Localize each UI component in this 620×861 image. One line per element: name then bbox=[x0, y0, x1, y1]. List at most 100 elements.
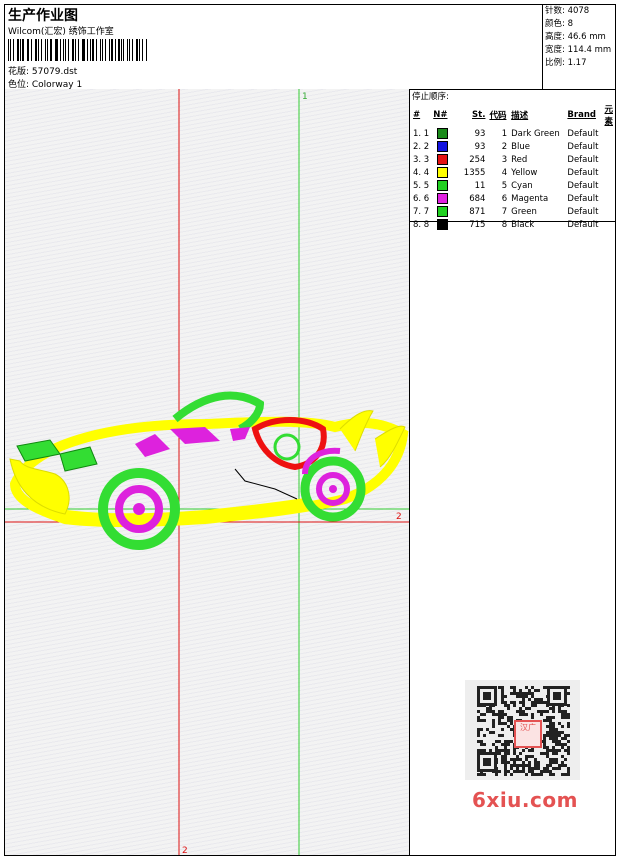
color-swatch bbox=[437, 128, 449, 139]
color-table: # N# St. 代码 描述 Brand 元素 1. 1 93 1 Dark Gree… bbox=[411, 103, 615, 231]
row-brand: Default bbox=[567, 180, 599, 191]
col-needle: N# bbox=[433, 110, 448, 120]
design-filename: 花版: 57079.dst bbox=[8, 67, 78, 77]
rear-wheel-hub bbox=[329, 485, 337, 493]
car-magenta-stripe-1 bbox=[135, 434, 170, 457]
sheet-subtitle: Wilcom(汇宏) 绣饰工作室 bbox=[8, 27, 114, 37]
row-code: 2 bbox=[501, 141, 508, 152]
row-brand: Default bbox=[567, 141, 599, 152]
row-number: 5. 5 bbox=[413, 180, 430, 191]
color-table-header: # N# St. 代码 描述 Brand 元素 bbox=[411, 103, 615, 127]
row-brand: Default bbox=[567, 128, 599, 139]
color-row: 5. 5 11 5 Cyan Default bbox=[411, 179, 615, 192]
row-description: Black bbox=[511, 219, 535, 230]
color-swatch bbox=[437, 180, 449, 191]
col-brand: Brand bbox=[567, 110, 596, 120]
row-number: 6. 6 bbox=[413, 193, 430, 204]
design-info-box: 针数: 4078 颜色: 8 高度: 46.6 mm 宽度: 114.4 mm … bbox=[542, 5, 616, 89]
row-number: 8. 8 bbox=[413, 219, 430, 230]
design-scale: 比例: 1.17 bbox=[545, 58, 587, 68]
row-swatch bbox=[431, 179, 455, 192]
row-number: 2. 2 bbox=[413, 141, 430, 152]
row-element bbox=[602, 179, 615, 192]
row-element bbox=[602, 153, 615, 166]
stitch-count: 针数: 4078 bbox=[545, 6, 590, 16]
row-number: 1. 1 bbox=[413, 128, 430, 139]
color-count: 颜色: 8 bbox=[545, 19, 573, 29]
table-divider bbox=[410, 221, 615, 222]
embroidery-preview: 1 2 2 bbox=[5, 89, 409, 855]
barcode bbox=[8, 39, 148, 61]
row-code: 3 bbox=[501, 154, 508, 165]
design-height: 高度: 46.6 mm bbox=[545, 32, 606, 42]
row-swatch bbox=[431, 140, 455, 153]
car-headlight-right bbox=[59, 446, 98, 472]
car-rear-fin bbox=[339, 410, 374, 452]
row-stitches: 684 bbox=[469, 193, 486, 204]
row-description: Cyan bbox=[511, 180, 533, 191]
col-stitches: St. bbox=[472, 110, 486, 120]
color-row: 1. 1 93 1 Dark Green Default bbox=[411, 127, 615, 140]
row-brand: Default bbox=[567, 167, 599, 178]
row-description: Yellow bbox=[511, 167, 538, 178]
car-door-line bbox=[234, 468, 298, 500]
row-brand: Default bbox=[567, 206, 599, 217]
design-canvas: 1 2 2 bbox=[5, 89, 410, 855]
row-swatch bbox=[431, 192, 455, 205]
color-row: 2. 2 93 2 Blue Default bbox=[411, 140, 615, 153]
row-code: 4 bbox=[501, 167, 508, 178]
row-description: Green bbox=[511, 206, 537, 217]
row-description: Dark Green bbox=[511, 128, 560, 139]
stamp-seal: 汉广 bbox=[514, 720, 542, 748]
row-stitches: 93 bbox=[474, 128, 486, 139]
color-row: 4. 4 1355 4 Yellow Default bbox=[411, 166, 615, 179]
guide-label-top: 1 bbox=[302, 92, 308, 102]
row-number: 3. 3 bbox=[413, 154, 430, 165]
row-stitches: 254 bbox=[469, 154, 486, 165]
color-swatch bbox=[437, 193, 449, 204]
row-element bbox=[602, 192, 615, 205]
sheet-header: 生产作业图 Wilcom(汇宏) 绣饰工作室 花版: 57079.dst 色位:… bbox=[5, 5, 615, 90]
col-description: 描述 bbox=[511, 111, 529, 121]
car-window-grid bbox=[273, 433, 301, 461]
row-description: Red bbox=[511, 154, 528, 165]
row-code: 5 bbox=[501, 180, 508, 191]
color-row: 3. 3 254 3 Red Default bbox=[411, 153, 615, 166]
row-description: Blue bbox=[511, 141, 530, 152]
row-code: 1 bbox=[501, 128, 508, 139]
color-swatch bbox=[437, 206, 449, 217]
stop-sequence-title: 停止顺序: bbox=[412, 92, 449, 102]
row-swatch bbox=[431, 218, 455, 231]
col-number: # bbox=[413, 110, 421, 120]
row-swatch bbox=[431, 127, 455, 140]
color-swatch bbox=[437, 141, 449, 152]
row-number: 7. 7 bbox=[413, 206, 430, 217]
row-code: 7 bbox=[501, 206, 508, 217]
row-element bbox=[602, 205, 615, 218]
row-swatch bbox=[431, 205, 455, 218]
car-headlight-left bbox=[16, 439, 61, 462]
car-magenta-stripe-2 bbox=[170, 427, 220, 444]
row-stitches: 715 bbox=[469, 219, 486, 230]
row-number: 4. 4 bbox=[413, 167, 430, 178]
row-description: Magenta bbox=[511, 193, 549, 204]
guide-label-right: 2 bbox=[396, 512, 402, 522]
color-row: 6. 6 684 6 Magenta Default bbox=[411, 192, 615, 205]
row-brand: Default bbox=[567, 193, 599, 204]
color-row: 8. 8 715 8 Black Default bbox=[411, 218, 615, 231]
row-element bbox=[602, 166, 615, 179]
guide-label-bottom: 2 bbox=[182, 846, 188, 855]
color-row: 7. 7 871 7 Green Default bbox=[411, 205, 615, 218]
color-swatch bbox=[437, 167, 449, 178]
car-magenta-stripe-3 bbox=[230, 427, 250, 441]
row-element bbox=[602, 218, 615, 231]
row-code: 6 bbox=[501, 193, 508, 204]
sheet-title: 生产作业图 bbox=[8, 8, 78, 24]
design-width: 宽度: 114.4 mm bbox=[545, 45, 612, 55]
car-embroidery bbox=[9, 391, 409, 550]
color-swatch bbox=[437, 154, 449, 165]
row-swatch bbox=[431, 166, 455, 179]
col-element: 元素 bbox=[604, 105, 613, 127]
row-stitches: 93 bbox=[474, 141, 486, 152]
row-code: 8 bbox=[501, 219, 508, 230]
